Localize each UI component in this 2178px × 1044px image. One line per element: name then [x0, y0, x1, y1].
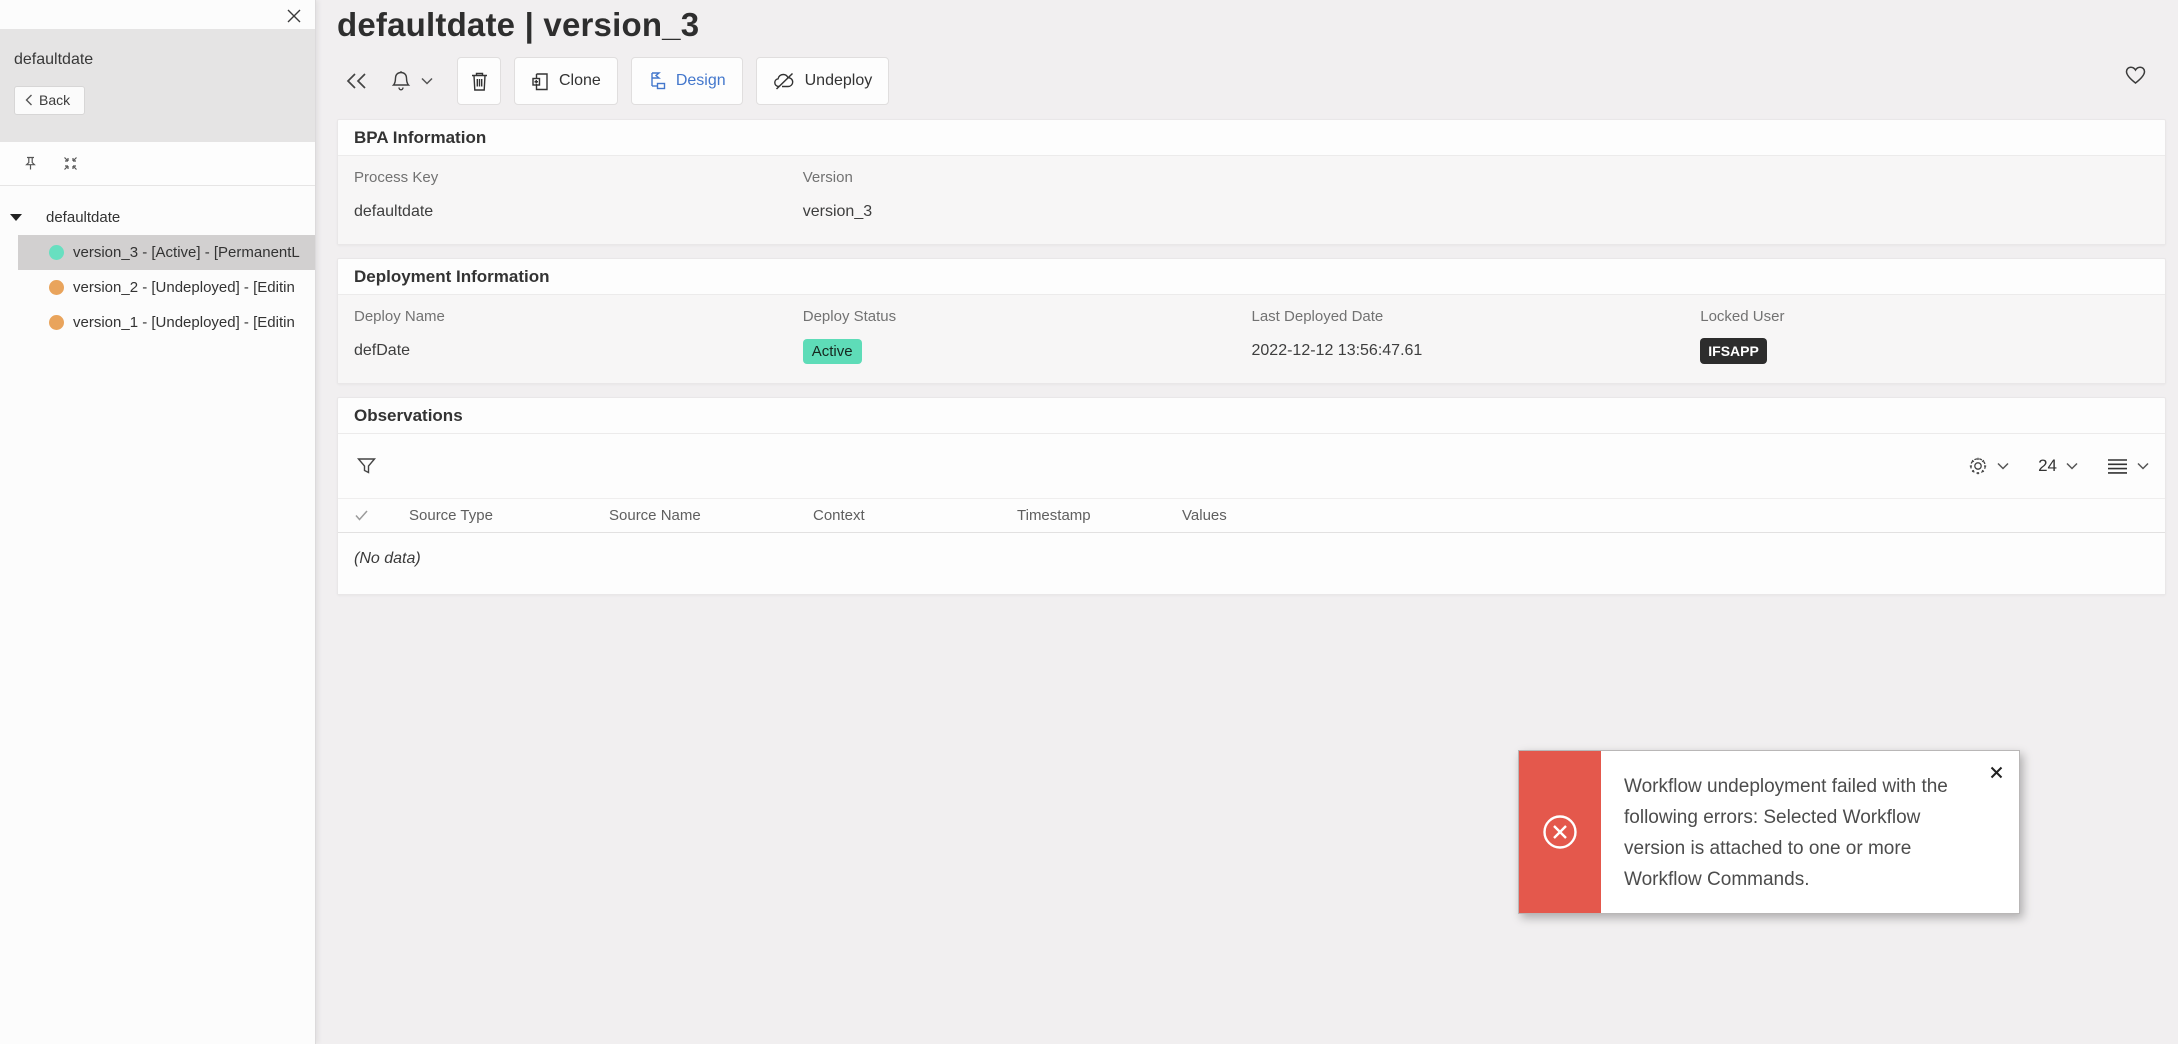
back-button[interactable]: Back [14, 86, 85, 115]
bell-dropdown-chevron-icon[interactable] [421, 57, 433, 105]
back-button-label: Back [39, 92, 70, 108]
field-deploy-status: Deploy Status Active [803, 308, 1252, 364]
page-title: defaultdate | version_3 [337, 6, 2166, 44]
field-value: 2022-12-12 13:56:47.61 [1252, 338, 1701, 364]
tree-item-label: version_1 - [Undeployed] - [Editin [73, 314, 295, 331]
toast-close-icon[interactable] [1986, 762, 2006, 782]
status-dot-active-icon [49, 245, 64, 260]
tree-item-version-1[interactable]: version_1 - [Undeployed] - [Editin [18, 305, 315, 340]
field-process-key: Process Key defaultdate [354, 169, 803, 225]
workflow-design-icon [648, 71, 667, 91]
field-deploy-name: Deploy Name defDate [354, 308, 803, 364]
observations-title: Observations [338, 398, 2165, 434]
row-density-control[interactable] [2107, 458, 2149, 475]
rows-list-icon [2107, 458, 2128, 475]
page-size-value: 24 [2038, 456, 2057, 476]
pin-icon[interactable] [18, 152, 42, 176]
column-header-context[interactable]: Context [813, 507, 1017, 524]
clone-button-label: Clone [559, 72, 601, 90]
toast-message: Workflow undeployment failed with the fo… [1601, 751, 2019, 913]
close-icon[interactable] [282, 4, 306, 28]
column-header-source-type[interactable]: Source Type [409, 507, 609, 524]
no-data-message: (No data) [338, 533, 2165, 594]
field-label: Version [803, 169, 1252, 186]
tree-item-label: version_2 - [Undeployed] - [Editin [73, 279, 295, 296]
deployment-information-title: Deployment Information [338, 259, 2165, 295]
delete-button[interactable] [457, 57, 501, 105]
tree-item-label: version_3 - [Active] - [PermanentL [73, 244, 300, 261]
observations-panel: Observations 24 [337, 397, 2166, 595]
field-label: Process Key [354, 169, 803, 186]
tree-item-version-3[interactable]: version_3 - [Active] - [PermanentL [18, 235, 315, 270]
field-last-deployed-date: Last Deployed Date 2022-12-12 13:56:47.6… [1252, 308, 1701, 364]
filter-icon[interactable] [354, 454, 378, 478]
tree-root-label: defaultdate [46, 209, 120, 226]
bpa-information-title: BPA Information [338, 120, 2165, 156]
column-header-values[interactable]: Values [1182, 507, 2165, 524]
toast-accent-strip [1519, 751, 1601, 913]
field-label: Deploy Status [803, 308, 1252, 325]
column-header-timestamp[interactable]: Timestamp [1017, 507, 1182, 524]
trash-icon [470, 71, 489, 92]
status-dot-inactive-icon [49, 280, 64, 295]
field-label: Locked User [1700, 308, 2149, 325]
chevron-down-icon [1997, 462, 2009, 470]
version-tree: defaultdate version_3 - [Active] - [Perm… [0, 186, 315, 340]
toolbar: Clone Design Undeploy [337, 57, 2166, 105]
design-button[interactable]: Design [631, 57, 743, 105]
sidebar-top-strip [0, 0, 315, 29]
field-label: Last Deployed Date [1252, 308, 1701, 325]
observations-table-header: Source Type Source Name Context Timestam… [338, 498, 2165, 533]
status-dot-inactive-icon [49, 315, 64, 330]
column-header-source-name[interactable]: Source Name [609, 507, 813, 524]
locked-user-badge: IFSAPP [1700, 338, 1767, 364]
sidebar-title: defaultdate [14, 51, 301, 69]
sidebar-header: defaultdate Back [0, 29, 315, 142]
favorite-heart-icon[interactable] [2125, 66, 2146, 85]
notifications-bell-icon[interactable] [391, 57, 411, 105]
bpa-information-panel: BPA Information Process Key defaultdate … [337, 119, 2166, 245]
field-value: defDate [354, 338, 803, 364]
error-circle-x-icon [1538, 810, 1582, 854]
select-all-check-icon[interactable] [338, 510, 409, 521]
chevron-down-icon [2137, 462, 2149, 470]
design-button-label: Design [676, 72, 726, 90]
field-version: Version version_3 [803, 169, 1252, 225]
error-toast: Workflow undeployment failed with the fo… [1518, 750, 2020, 914]
clone-icon [531, 71, 550, 92]
clone-button[interactable]: Clone [514, 57, 618, 105]
tree-item-version-2[interactable]: version_2 - [Undeployed] - [Editin [18, 270, 315, 305]
tree-root-defaultdate[interactable]: defaultdate [0, 200, 315, 235]
undeploy-button[interactable]: Undeploy [756, 57, 890, 105]
field-locked-user: Locked User IFSAPP [1700, 308, 2149, 364]
status-badge-active: Active [803, 339, 862, 364]
deployment-information-panel: Deployment Information Deploy Name defDa… [337, 258, 2166, 384]
gear-icon [1968, 456, 1988, 476]
table-settings-control[interactable] [1968, 456, 2009, 476]
sidebar: defaultdate Back defaultdate version_3 -… [0, 0, 316, 1044]
chevron-left-icon [25, 94, 33, 106]
caret-down-icon [10, 214, 22, 221]
collapse-all-icon[interactable] [58, 152, 82, 176]
page-size-control[interactable]: 24 [2038, 456, 2078, 476]
undeploy-button-label: Undeploy [805, 72, 873, 90]
observations-toolbar: 24 [338, 434, 2165, 498]
collapse-header-icon[interactable] [339, 57, 375, 105]
field-value: defaultdate [354, 199, 803, 225]
field-value: version_3 [803, 199, 1252, 225]
chevron-down-icon [2066, 462, 2078, 470]
sidebar-tree-toolbar [0, 142, 315, 186]
field-label: Deploy Name [354, 308, 803, 325]
cloud-slash-undeploy-icon [773, 72, 796, 91]
